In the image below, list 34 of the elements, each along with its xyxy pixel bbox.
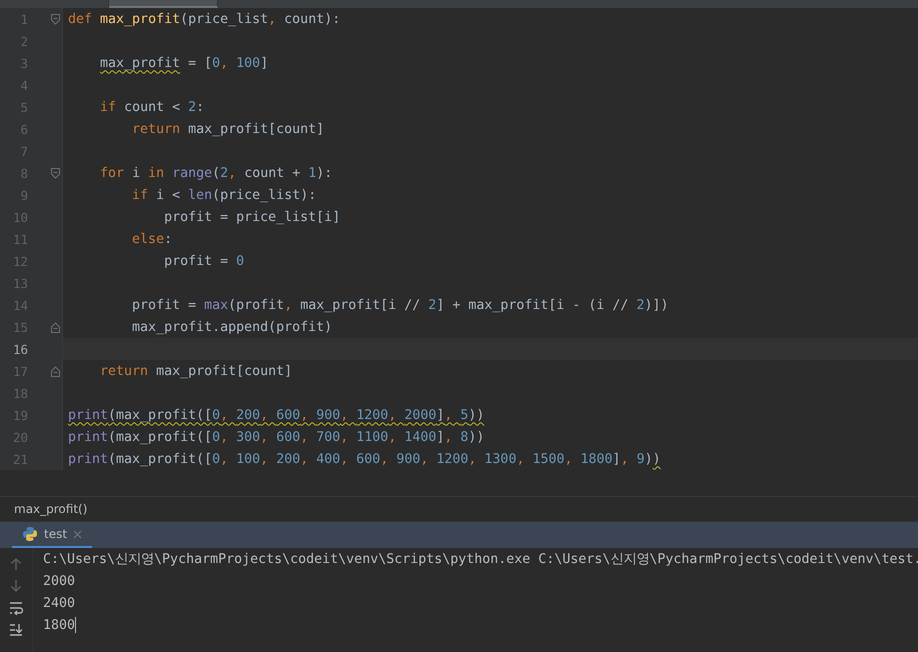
fold-icon[interactable]	[51, 322, 60, 332]
close-icon	[73, 530, 82, 538]
code-line: if i < len(price_list):	[131, 188, 316, 202]
tab-label: test	[44, 527, 68, 541]
arrow-down-icon[interactable]	[9, 579, 23, 593]
code-line: if count < 2:	[99, 100, 204, 114]
console-output-line: C:\Users\신지영\PycharmProjects\codeit\venv\Scripts\python.exe C:\Users\신지영\PycharmProjects\codeit\venv\test.	[43, 551, 918, 569]
fold-icon[interactable]	[51, 14, 60, 24]
code-line: return max_profit[count]	[99, 364, 292, 378]
scroll-to-end-icon[interactable]	[9, 623, 23, 637]
code-line: def max_profit(price_list, count):	[67, 12, 340, 26]
arrow-up-icon[interactable]	[9, 557, 23, 571]
python-icon	[22, 526, 38, 542]
code-line: profit = max(profit, max_profit[i // 2] + max_profit[i - (i // 2)])	[131, 298, 668, 312]
code-line: for i in range(2, count + 1):	[99, 166, 332, 180]
soft-wrap-icon[interactable]	[9, 601, 23, 615]
code-line: else:	[131, 232, 172, 246]
text-cursor	[75, 617, 76, 634]
code-line: profit = price_list[i]	[163, 210, 340, 224]
code-line: max_profit = [0, 100]	[99, 56, 268, 70]
console-output-line: 1800	[43, 616, 78, 636]
editor-tab[interactable]	[109, 0, 218, 8]
line-number: 16	[12, 342, 29, 356]
fold-icon[interactable]	[51, 168, 60, 178]
console-output-line: 2400	[43, 595, 76, 613]
fold-icon[interactable]	[51, 366, 60, 376]
breadcrumb[interactable]: max_profit()	[14, 502, 88, 516]
code-line: profit = 0	[163, 254, 244, 268]
console-output-line: 2000	[43, 573, 76, 591]
code-line: print(max_profit([0, 300, 600, 700, 1100, 1400], 8))	[67, 430, 484, 444]
code-line: return max_profit[count]	[131, 122, 324, 136]
code-line: max_profit.append(profit)	[131, 320, 332, 334]
code-line: print(max_profit([0, 100, 200, 400, 600, 900, 1200, 1300, 1500, 1800], 9))	[67, 452, 661, 466]
code-line: print(max_profit([0, 200, 600, 900, 1200, 2000], 5))	[67, 408, 484, 422]
